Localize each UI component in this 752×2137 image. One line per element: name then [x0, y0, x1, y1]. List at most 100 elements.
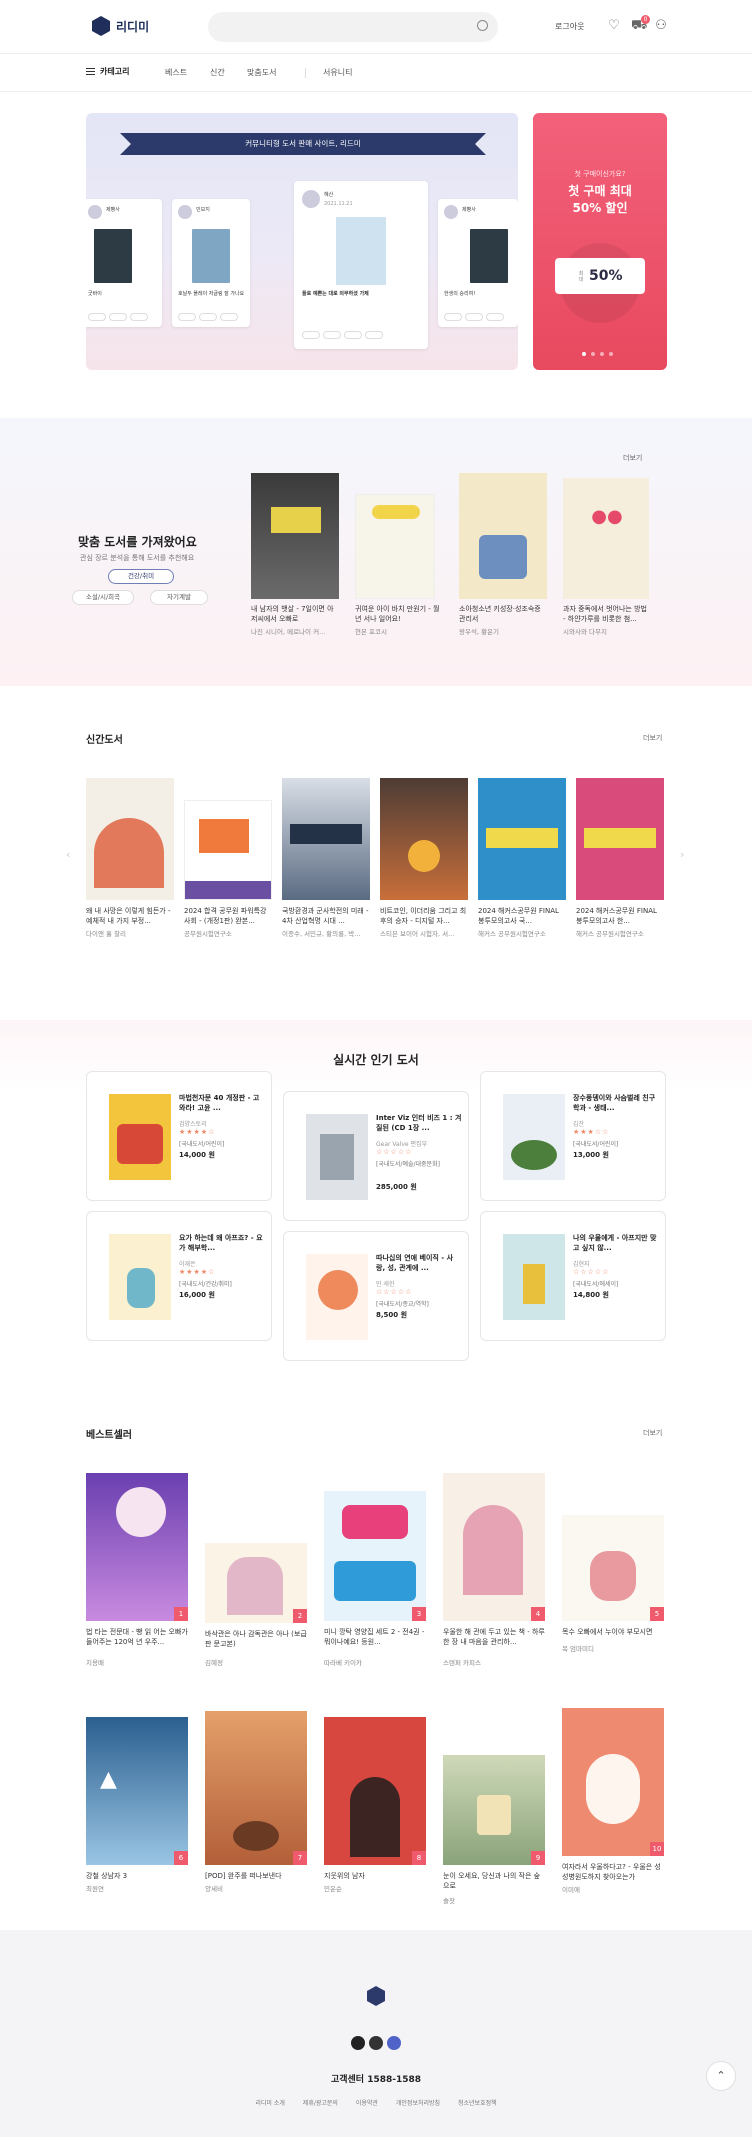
carousel-dots[interactable]	[582, 352, 613, 356]
book-title: 비트코인, 이더리움 그리고 최후의 승자 - 디지털 자...	[380, 907, 467, 925]
rating-stars: ☆☆☆☆☆	[376, 1288, 413, 1296]
nav-divider	[305, 68, 306, 78]
rank-badge: 5	[650, 1607, 664, 1621]
book-author: 양세비	[205, 1885, 223, 1893]
book-author: 나진 시니어, 메로나이 커...	[251, 628, 326, 636]
new-books-title: 신간도서	[86, 735, 123, 746]
book-cover	[86, 778, 174, 900]
hero-card[interactable]: 민보지 호날두 플레이 저글링 잘 가나요	[172, 199, 250, 327]
hero-banner[interactable]: 커뮤니티형 도서 판매 사이트, 리드미 제빵사 굿바이 민보지 호날두 플레이…	[86, 113, 518, 370]
recommend-more-link[interactable]: 더보기	[623, 453, 642, 463]
book-author: 이미애	[562, 1886, 580, 1894]
book-price: 8,500 원	[376, 1311, 408, 1319]
genre-chip-novel[interactable]: 소설/시/희곡	[72, 590, 134, 605]
rank-badge: 6	[174, 1851, 188, 1865]
rank-badge: 4	[531, 1607, 545, 1621]
header: 리디미 로그아웃 ♡ ⛟ 0 ⚇	[0, 0, 752, 54]
book-title: 2024 해커스공무원 FINAL 봉투모의고사 국...	[478, 907, 559, 925]
hero-card-text: 호날두 플레이 저글링 잘 가나요	[178, 291, 245, 297]
github-icon[interactable]	[351, 2036, 365, 2050]
hero-card[interactable]: 제빵사 한생의 승리여!	[438, 199, 518, 327]
book-title: 귀여운 아이 바치 만원기 - 월 년 서나 일어요!	[355, 605, 440, 623]
footer-link[interactable]: 리디미 소개	[255, 2100, 285, 2107]
book-title: 여자라서 우울하다고? - 우울은 성 성병원도하지 찾아오는가	[562, 1863, 661, 1881]
book-author: 김혜정	[205, 1659, 223, 1667]
logout-link[interactable]: 로그아웃	[555, 21, 584, 32]
search-icon[interactable]	[477, 20, 488, 31]
rating-stars: ★★★☆☆	[573, 1128, 610, 1136]
promo-banner[interactable]: 첫 구매이신가요? 첫 구매 최대 50% 할인 최대 50%	[533, 113, 667, 370]
rating-stars: ☆☆☆☆☆	[376, 1148, 413, 1156]
footer-link[interactable]: 개인정보처리방침	[396, 2100, 440, 2107]
popular-card[interactable]: 장수풍뎅이와 사슴벌레 친구학과 - 생태... 김잔 ★★★☆☆ [국내도서/…	[480, 1071, 666, 1201]
rank-badge: 8	[412, 1851, 426, 1865]
footer-link[interactable]: 이용약관	[356, 2100, 378, 2107]
book-author: 민 세한	[376, 1281, 395, 1288]
nav-custom[interactable]: 맞춤도서	[247, 67, 276, 78]
hero-card-name: 혜산	[324, 192, 334, 198]
popular-card[interactable]: 마법천자문 40 개정판 - 고와라! 고윤 ... 검양스토리 ★★★★☆ […	[86, 1071, 272, 1201]
reaction-bar[interactable]	[178, 313, 238, 321]
genre-chip-health[interactable]: 건강/취미	[108, 569, 174, 584]
footer-link[interactable]: 청소년보호정책	[458, 2100, 497, 2107]
chevron-right-icon[interactable]: ›	[680, 848, 684, 861]
popular-card[interactable]: 요가 하는데 왜 아프죠? - 요가 해부학... 이재은 ★★★★☆ [국내도…	[86, 1211, 272, 1341]
book-title: 눈이 오세요, 당신과 나의 작은 숲으로	[443, 1872, 541, 1890]
reaction-bar[interactable]	[302, 331, 383, 339]
book-category: [국내도서/예술/대중문화]	[376, 1161, 440, 1168]
nav-community[interactable]: 서유니티	[323, 67, 352, 78]
search-input[interactable]	[208, 12, 498, 42]
popular-card[interactable]: 나의 우울에게 - 아프지만 맞고 싶지 않... 김현지 ☆☆☆☆☆ [국내도…	[480, 1211, 666, 1341]
scroll-top-button[interactable]: ⌃	[706, 2061, 736, 2091]
avatar	[302, 190, 320, 208]
rating-stars: ★★★★☆	[179, 1268, 216, 1276]
book-cover: ●●	[563, 478, 649, 599]
book-title: 장수풍뎅이와 사슴벌레 친구학과 - 생태...	[573, 1094, 656, 1112]
notion-icon[interactable]	[387, 2036, 401, 2050]
book-cover: 8	[324, 1717, 426, 1865]
figma-icon[interactable]	[369, 2036, 383, 2050]
promo-title-line1: 첫 구매 최대	[568, 184, 632, 198]
book-title: 국방환경과 군사학전의 미래 - 4차 산업혁명 시대 ...	[282, 907, 369, 925]
hero-card-date: 2021.11.21	[324, 201, 353, 207]
nav-best[interactable]: 베스트	[165, 67, 187, 78]
avatar	[88, 205, 102, 219]
new-books-more-link[interactable]: 더보기	[643, 733, 662, 743]
book-price: 285,000 원	[376, 1183, 417, 1191]
ticket-small-label: 최대	[578, 271, 584, 283]
book-cover: 9	[443, 1755, 545, 1865]
book-price: 13,000 원	[573, 1151, 609, 1159]
footer-link[interactable]: 제휴/광고문의	[303, 2100, 338, 2107]
category-menu-button[interactable]: 카테고리	[86, 66, 129, 77]
recommend-title: 맞춤 도서를 가져왔어요	[78, 535, 197, 549]
rating-stars: ☆☆☆☆☆	[573, 1268, 610, 1276]
popular-card[interactable]: Inter Viz 인터 비즈 1 : 겨질된 (CD 1장 ... Gear …	[283, 1091, 469, 1221]
book-cover	[478, 778, 566, 900]
reaction-bar[interactable]	[88, 313, 148, 321]
book-title: 나의 우울에게 - 아프지만 맞고 싶지 않...	[573, 1234, 657, 1252]
recommend-desc: 관심 장르 분석을 통해 도서를 추천해요	[80, 554, 195, 562]
chevron-left-icon[interactable]: ‹	[66, 848, 70, 861]
hero-ribbon: 커뮤니티형 도서 판매 사이트, 리드미	[120, 133, 486, 155]
nav-new[interactable]: 신간	[210, 67, 225, 78]
logo[interactable]: 리디미	[92, 16, 149, 36]
book-cover	[282, 778, 370, 900]
bestseller-more-link[interactable]: 더보기	[643, 1428, 662, 1438]
hero-card-text: 플로 예쁜는 대로 의무하셨 가제	[302, 291, 369, 297]
book-title: 강철 상남자 3	[86, 1872, 128, 1880]
hero-card-featured[interactable]: 혜산 2021.11.21 플로 예쁜는 대로 의무하셨 가제	[294, 181, 428, 349]
footer: 고객센터 1588-1588 리디미 소개 제휴/광고문의 이용약관 개인정보처…	[0, 1930, 752, 2137]
book-cover: 3	[324, 1491, 426, 1621]
avatar	[444, 205, 458, 219]
customer-service: 고객센터 1588-1588	[330, 2075, 422, 2085]
book-price: 16,000 원	[179, 1291, 215, 1299]
popular-card[interactable]: 따나십의 연애 베이직 - 사랑, 성, 관계에 ... 민 세한 ☆☆☆☆☆ …	[283, 1231, 469, 1361]
user-icon[interactable]: ⚇	[654, 19, 668, 33]
book-title: 왜 내 사망은 이렇게 힘든가 - 예체적 내 가지 부정...	[86, 907, 171, 925]
reaction-bar[interactable]	[444, 313, 504, 321]
book-title: 소아청소년 키성장·성조숙증 관리서	[459, 605, 541, 623]
book-cover	[459, 473, 547, 599]
genre-chip-selfhelp[interactable]: 자기계발	[150, 590, 208, 605]
hero-card[interactable]: 제빵사 굿바이	[86, 199, 162, 327]
heart-icon[interactable]: ♡	[607, 19, 621, 33]
